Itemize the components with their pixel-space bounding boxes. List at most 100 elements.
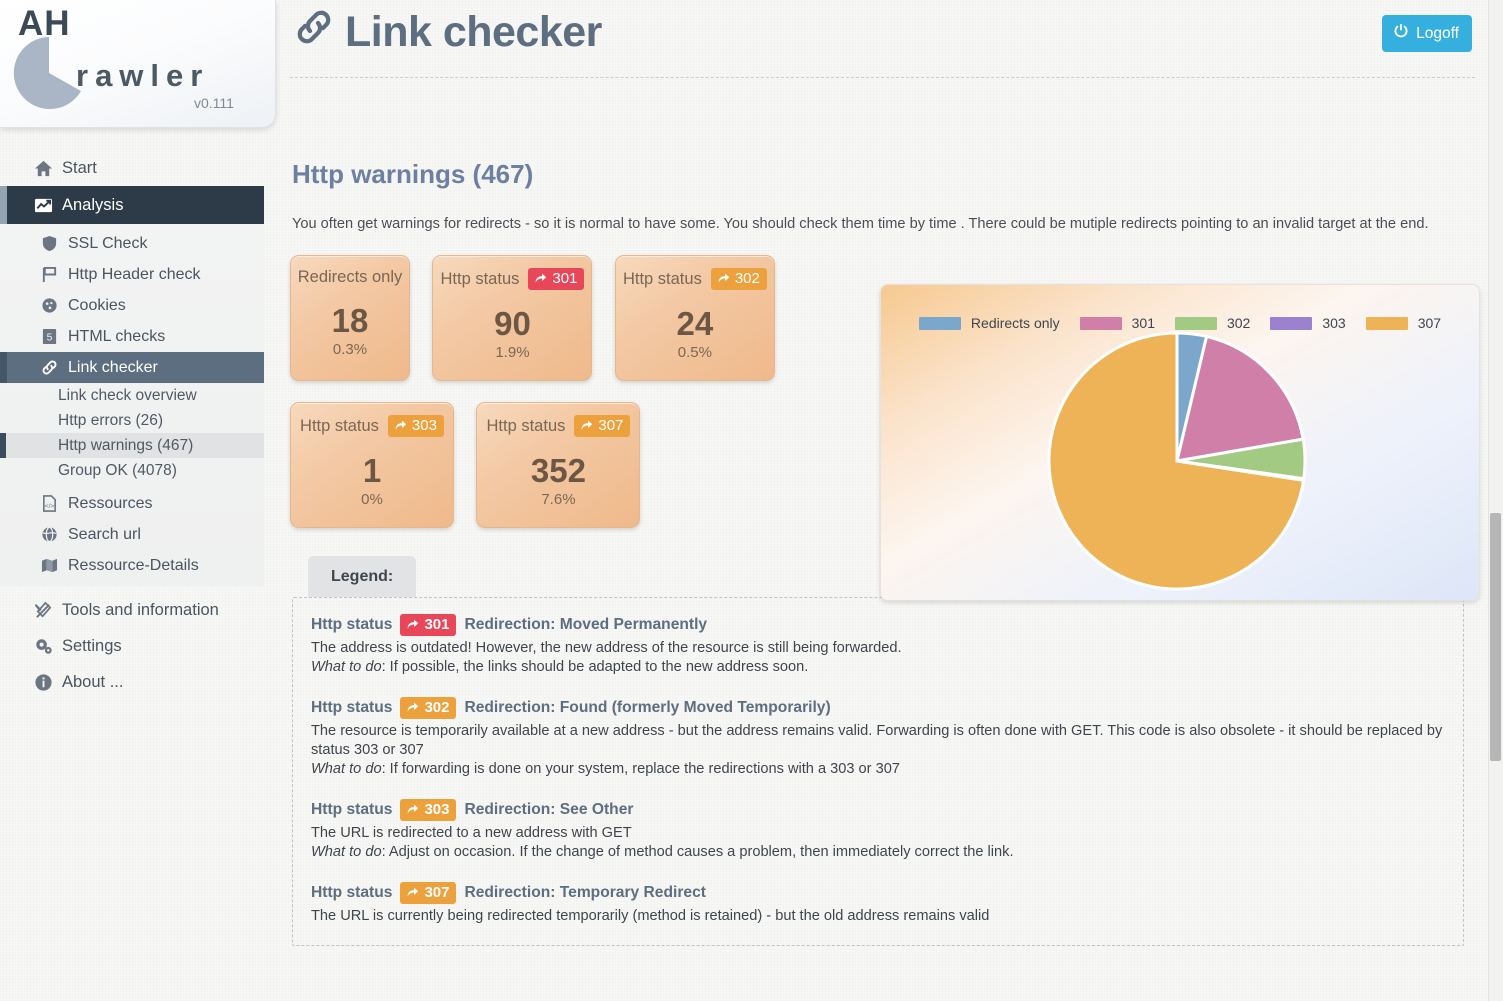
stat-card-307[interactable]: Http status 307 352 7.6% <box>476 402 641 528</box>
status-badge-text: 301 <box>552 270 578 287</box>
svg-text:5: 5 <box>47 332 53 343</box>
legend-entry-head: Http status 307 Redirection: Temporary R… <box>311 882 1445 904</box>
page-scrollbar[interactable] <box>1488 0 1503 1001</box>
sidebar-item-settings[interactable]: Settings <box>0 628 278 664</box>
logoff-button[interactable]: Logoff <box>1382 15 1472 52</box>
todo-label: What to do <box>311 659 382 675</box>
legend-entry-303: Http status 303 Redirection: See Other T… <box>311 799 1445 862</box>
legend-tab[interactable]: Legend: <box>308 556 417 597</box>
legend-entry-title: Redirection: Moved Permanently <box>464 616 708 633</box>
chart-legend-label: 302 <box>1226 315 1251 331</box>
page-header: Link checker Logoff <box>290 0 1475 78</box>
chart-legend-swatch <box>1079 316 1122 330</box>
sidebar: AH rawler v0.111 Start Analysis SSL Chec… <box>0 0 278 1001</box>
legend-entry-desc: The resource is temporarily available at… <box>311 723 1443 758</box>
info-icon <box>33 672 53 692</box>
scrollbar-thumb[interactable] <box>1490 513 1501 761</box>
legend-entry-desc: The URL is redirected to a new address w… <box>311 825 632 841</box>
card-value: 18 <box>331 302 369 339</box>
tools-icon <box>33 600 53 620</box>
status-badge-text: 301 <box>424 616 450 633</box>
sidebar-item-label: Http Header check <box>68 265 201 283</box>
legend-entry-desc: The address is outdated! However, the ne… <box>311 640 902 656</box>
sidebar-item-ssl-check[interactable]: SSL Check <box>0 228 264 259</box>
flag-icon <box>40 265 59 284</box>
sidebar-item-tools-and-information[interactable]: Tools and information <box>0 592 278 628</box>
status-badge-303: 303 <box>400 799 457 821</box>
stat-card-302[interactable]: Http status 302 24 0.5% <box>614 255 775 381</box>
sidebar-item-ressources[interactable]: </> Ressources <box>0 488 264 519</box>
sidebar-item-ressource-details[interactable]: Ressource-Details <box>0 550 264 581</box>
sidebar-item-start[interactable]: Start <box>0 150 278 186</box>
sidebar-item-analysis-label: Analysis <box>62 195 124 214</box>
link-chain-icon <box>40 358 59 377</box>
sidebar-item-link-checker[interactable]: Link checker <box>0 352 264 383</box>
legend-entry-todo: What to do: If forwarding is done on you… <box>311 760 1445 779</box>
page-title: Link checker <box>294 7 602 58</box>
sidebar-item-html-checks[interactable]: 5 HTML checks <box>0 321 264 352</box>
status-badge-302: 302 <box>400 697 457 719</box>
home-icon <box>33 158 53 178</box>
sidebar-item-link-check-overview[interactable]: Link check overview <box>0 383 264 408</box>
sidebar-item-http-warnings[interactable]: Http warnings (467) <box>0 433 264 458</box>
status-badge-302: 302 <box>710 268 767 290</box>
chart-legend-swatch <box>1174 316 1217 330</box>
legend-prefix: Http status <box>311 884 393 901</box>
stat-card-redirects-only[interactable]: Redirects only 18 0.3% <box>290 255 410 381</box>
sidebar-item-about[interactable]: About ... <box>0 664 278 700</box>
card-title-text: Http status <box>300 416 379 435</box>
legend-prefix: Http status <box>311 616 393 633</box>
sidebar-item-analysis[interactable]: Analysis <box>0 186 264 224</box>
chart-legend-swatch <box>918 316 961 330</box>
stat-card-301[interactable]: Http status 301 90 1.9% <box>432 255 593 381</box>
page-title-text: Link checker <box>345 8 602 56</box>
pie-chart <box>1047 331 1307 591</box>
card-title: Redirects only <box>298 268 403 287</box>
card-title: Http status 302 <box>623 268 767 290</box>
sidebar-item-cookies[interactable]: Cookies <box>0 290 264 321</box>
power-icon <box>1393 23 1409 44</box>
card-percent: 7.6% <box>541 491 576 508</box>
legend-entry-307: Http status 307 Redirection: Temporary R… <box>311 882 1445 926</box>
todo-text: : Adjust on occasion. If the change of m… <box>381 844 1014 860</box>
sidebar-item-search-url[interactable]: Search url <box>0 519 264 550</box>
app-logo: AH rawler v0.111 <box>0 0 276 128</box>
sidebar-item-label: HTML checks <box>68 327 166 345</box>
legend-entry-title: Redirection: See Other <box>464 801 634 818</box>
legend-panel: Http status 301 Redirection: Moved Perma… <box>292 597 1464 946</box>
redirect-arrow-icon <box>408 702 419 712</box>
chart-legend-item: Redirects only <box>918 315 1060 331</box>
todo-text: : If forwarding is done on your system, … <box>381 761 900 777</box>
sidebar-item-start-label: Start <box>62 158 97 177</box>
sidebar-nav: Start Analysis SSL Check Http Header che… <box>0 150 278 700</box>
status-badge-303: 303 <box>387 415 444 437</box>
sidebar-item-label: Http warnings (467) <box>58 436 194 454</box>
chart-legend-item: 302 <box>1174 315 1251 331</box>
legend-entry-head: Http status 301 Redirection: Moved Perma… <box>311 614 1445 636</box>
card-title: Http status 301 <box>441 268 585 290</box>
card-value: 1 <box>362 452 382 489</box>
redirect-arrow-icon <box>408 804 419 814</box>
sidebar-item-label: Tools and information <box>62 600 219 619</box>
sidebar-item-label: Settings <box>62 636 122 655</box>
html5-icon: 5 <box>40 327 59 346</box>
todo-text: : If possible, the links should be adapt… <box>381 659 809 675</box>
status-badge-text: 302 <box>424 699 450 716</box>
chart-legend-item: 307 <box>1365 315 1441 331</box>
chart-legend-label: Redirects only <box>970 315 1060 331</box>
sidebar-item-group-ok[interactable]: Group OK (4078) <box>0 458 264 483</box>
card-percent: 0% <box>361 491 383 508</box>
legend-prefix: Http status <box>311 801 393 818</box>
legend-entry-title: Redirection: Temporary Redirect <box>464 884 706 901</box>
stat-card-303[interactable]: Http status 303 1 0% <box>290 402 454 528</box>
card-percent: 0.5% <box>677 344 712 361</box>
sidebar-item-http-errors[interactable]: Http errors (26) <box>0 408 264 433</box>
sidebar-item-label: Http errors (26) <box>58 411 164 429</box>
chart-legend-label: 301 <box>1131 315 1155 331</box>
sidebar-item-label: Cookies <box>68 296 126 314</box>
status-badge-301: 301 <box>400 614 457 636</box>
chart-legend-item: 303 <box>1270 315 1346 331</box>
sidebar-item-http-header-check[interactable]: Http Header check <box>0 259 264 290</box>
card-percent: 0.3% <box>332 341 368 358</box>
status-badge-text: 307 <box>598 417 624 434</box>
